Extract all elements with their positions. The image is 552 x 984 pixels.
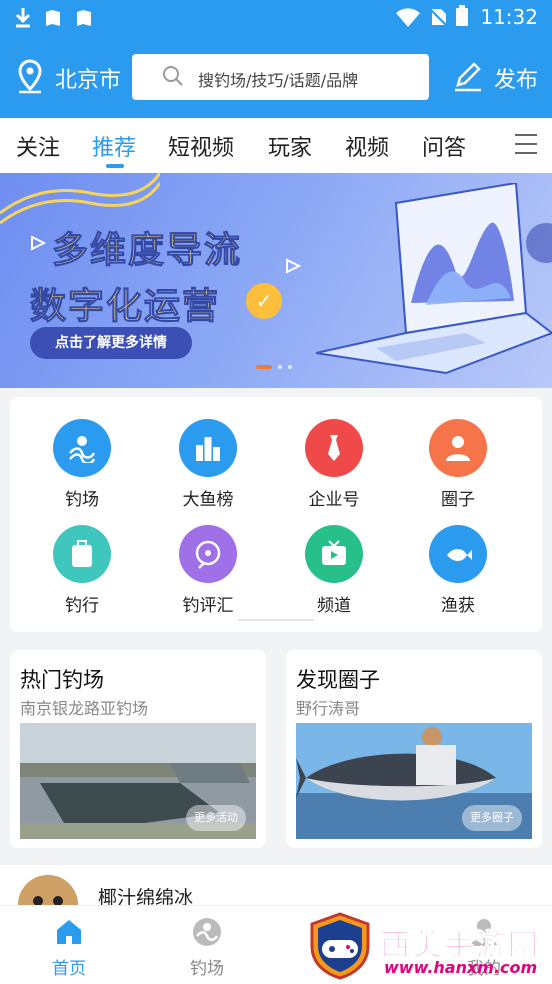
pager-dot: [288, 365, 292, 369]
channel-icon: [305, 525, 363, 583]
triangle-icon: [286, 258, 301, 274]
grid-item-catch[interactable]: 渔获: [398, 525, 518, 625]
gamepad-shield-logo: [310, 912, 370, 980]
hot-spots-card[interactable]: 热门钓场 南京银龙路亚钓场 更多活动: [10, 650, 266, 848]
app-icon: [46, 10, 61, 26]
battery-icon: [456, 5, 469, 26]
grid-label: 钓场: [65, 490, 99, 510]
fishing-spot-icon: [193, 918, 221, 946]
grid-item-channel[interactable]: 频道: [274, 525, 394, 625]
grid-label: 频道: [317, 596, 351, 616]
home-icon: [57, 920, 81, 944]
tab-qa[interactable]: 问答: [422, 130, 466, 162]
category-tabs: 关注 推荐 短视频 玩家 视频 问答: [0, 118, 552, 173]
banner-cta-button[interactable]: 点击了解更多详情: [30, 327, 192, 359]
publish-button[interactable]: 发布: [494, 62, 538, 94]
location-pin-icon[interactable]: [16, 59, 44, 95]
tab-short-video[interactable]: 短视频: [168, 130, 234, 162]
tab-follow[interactable]: 关注: [16, 130, 60, 162]
review-icon: [179, 525, 237, 583]
tie-icon: [305, 419, 363, 477]
banner-headline-1: 多维度导流: [51, 230, 243, 272]
status-time: 11:32: [480, 5, 538, 29]
catch-icon: [429, 525, 487, 583]
app-icon: [76, 10, 91, 26]
banner-headline-2: 数字化运营: [29, 286, 221, 328]
grid-scroll-indicator: [238, 619, 314, 621]
grid-item-travel[interactable]: 钓行: [22, 525, 142, 625]
card-title: 发现圈子: [296, 668, 380, 692]
download-icon: [15, 8, 31, 28]
grid-item-leaderboard[interactable]: 大鱼榜: [148, 419, 268, 519]
edit-icon[interactable]: [452, 61, 484, 93]
grid-item-circle[interactable]: 圈子: [398, 419, 518, 519]
card-subtitle: 南京银龙路亚钓场: [20, 699, 149, 718]
search-icon: [163, 66, 183, 86]
card-title: 热门钓场: [20, 668, 104, 692]
tab-players[interactable]: 玩家: [268, 130, 312, 162]
check-icon: ✓: [246, 283, 282, 319]
search-input[interactable]: 搜钓场/技巧/话题/品牌: [132, 54, 429, 100]
nav-label: 钓场: [190, 959, 224, 979]
grid-label: 渔获: [441, 596, 475, 616]
status-left-icons: [14, 6, 93, 33]
search-placeholder: 搜钓场/技巧/话题/品牌: [198, 71, 359, 90]
grid-item-enterprise[interactable]: 企业号: [274, 419, 394, 519]
status-bar: 11:32: [0, 0, 552, 37]
grid-label: 圈子: [441, 490, 475, 510]
active-tab-indicator: [106, 164, 124, 168]
feature-grid: 钓场 大鱼榜 企业号 圈子 钓行 钓评汇 频道 渔获: [10, 397, 542, 632]
triangle-icon: [31, 235, 46, 251]
watermark-url: www.hanxm.com: [384, 958, 538, 977]
pager-dot: [278, 365, 282, 369]
wifi-icon: [396, 8, 421, 27]
nav-home[interactable]: 首页: [29, 916, 109, 979]
top-header: 北京市 搜钓场/技巧/话题/品牌 发布: [0, 37, 552, 118]
grid-label: 钓评汇: [182, 596, 234, 616]
card-subtitle: 野行涛哥: [296, 699, 361, 718]
feed-post[interactable]: 椰汁绵绵冰: [0, 865, 552, 923]
leaderboard-icon: [179, 419, 237, 477]
more-circles-button[interactable]: 更多圈子: [462, 805, 522, 831]
pager-dot-active: [256, 365, 272, 369]
group-icon: [429, 419, 487, 477]
grid-label: 企业号: [308, 490, 360, 510]
discover-circles-card[interactable]: 发现圈子 野行涛哥 更多圈子: [286, 650, 542, 848]
nav-fishing-spot[interactable]: 钓场: [167, 916, 247, 979]
tab-video[interactable]: 视频: [345, 130, 389, 162]
menu-icon[interactable]: [515, 134, 537, 156]
travel-icon: [53, 525, 111, 583]
laptop-illustration: [316, 183, 552, 375]
grid-item-fishing-spot[interactable]: 钓场: [22, 419, 142, 519]
grid-label: 大鱼榜: [182, 490, 234, 510]
no-sim-icon: [429, 8, 448, 26]
promo-banner[interactable]: 多维度导流 数字化运营 ✓ 点击了解更多详情: [0, 173, 552, 388]
grid-item-review[interactable]: 钓评汇: [148, 525, 268, 625]
circle-photo[interactable]: 更多圈子: [296, 723, 532, 839]
fishing-spot-icon: [53, 419, 111, 477]
nav-label: 首页: [52, 959, 86, 979]
tab-recommend[interactable]: 推荐: [92, 130, 136, 162]
city-selector[interactable]: 北京市: [55, 62, 121, 94]
more-activities-button[interactable]: 更多活动: [186, 805, 246, 831]
grid-label: 钓行: [65, 596, 99, 616]
fishing-spot-photo[interactable]: 更多活动: [20, 723, 256, 839]
status-right: 11:32: [395, 5, 538, 33]
